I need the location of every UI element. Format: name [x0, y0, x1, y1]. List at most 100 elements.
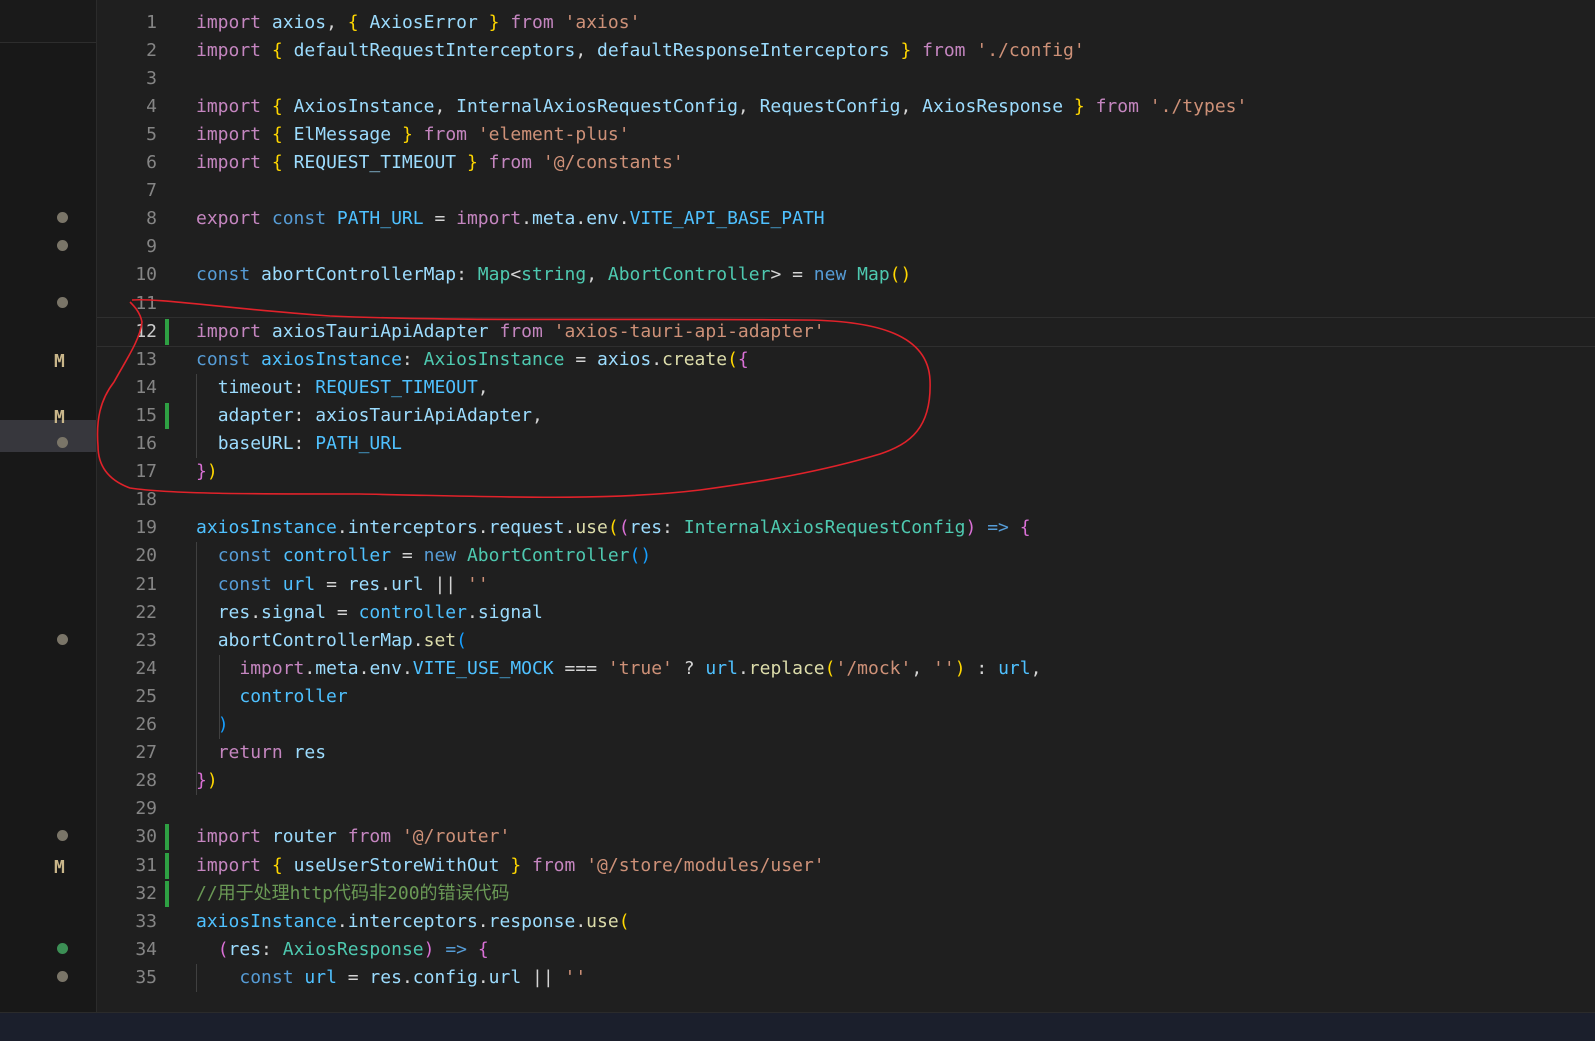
code-line[interactable]: import { REQUEST_TIMEOUT } from '@/const… [196, 149, 684, 177]
code-line[interactable]: const controller = new AbortController() [196, 542, 652, 570]
code-token: axios [271, 11, 327, 33]
code-token: useUserStoreWithOut [293, 854, 500, 876]
code-line[interactable]: const url = res.config.url || '' [196, 964, 586, 992]
code-token: ( [456, 629, 467, 651]
status-dot-icon [57, 240, 68, 252]
code-token: === [553, 657, 608, 679]
code-line[interactable]: import axios, { AxiosError } from 'axios… [196, 9, 640, 37]
code-token: { [271, 123, 283, 145]
code-token: from [1095, 95, 1139, 117]
line-number: 18 [135, 489, 157, 511]
code-line[interactable]: axiosInstance.interceptors.response.use( [196, 908, 630, 936]
code-token: './config' [976, 39, 1085, 61]
code-editor[interactable]: 1 2 3 4 5 6 7 8 9 10 11 12 13 14 15 16 17 18 19 20 21 22 23 24 2… [97, 0, 1595, 1012]
code-token: import [456, 208, 522, 230]
code-line[interactable]: const abortControllerMap: Map<string, Ab… [196, 261, 911, 289]
code-token: ? [672, 657, 706, 679]
code-token: , [911, 657, 934, 679]
code-token: , [1030, 657, 1042, 679]
code-token: , [434, 95, 457, 117]
code-line[interactable]: import { defaultRequestInterceptors, def… [196, 37, 1085, 65]
code-line[interactable]: baseURL: PATH_URL [196, 430, 402, 458]
code-token: '' [933, 657, 955, 679]
line-number: 35 [135, 966, 157, 988]
code-token: < [510, 264, 522, 286]
code-line[interactable]: }) [196, 767, 218, 795]
code-token: url [282, 573, 316, 595]
modified-line-indicator [165, 318, 169, 345]
modified-line-indicator [165, 852, 169, 879]
code-token: signal [261, 601, 327, 623]
code-token: . [380, 573, 392, 595]
modified-line-indicator [165, 402, 169, 429]
code-token: AbortController [466, 545, 630, 567]
code-line[interactable]: import { ElMessage } from 'element-plus' [196, 121, 630, 149]
selected-file-row[interactable] [0, 420, 96, 452]
code-token: defaultRequestInterceptors [293, 39, 576, 61]
status-dot-icon [57, 437, 68, 448]
line-number: 8 [146, 208, 157, 230]
code-token: baseURL [217, 433, 294, 454]
code-token: InternalAxiosRequestConfig [683, 517, 966, 539]
line-number: 1 [146, 11, 157, 33]
code-token: REQUEST_TIMEOUT [315, 376, 478, 398]
code-token: . [336, 910, 348, 932]
code-line[interactable]: axiosInstance.interceptors.request.use((… [196, 514, 1031, 542]
code-line[interactable]: const url = res.url || '' [196, 571, 489, 599]
line-number: 33 [135, 910, 157, 932]
code-line[interactable]: timeout: REQUEST_TIMEOUT, [196, 374, 489, 402]
code-line[interactable]: controller [196, 683, 347, 711]
code-line[interactable]: import router from '@/router' [196, 823, 510, 851]
code-token: ) [423, 938, 435, 960]
code-line[interactable]: import { AxiosInstance, InternalAxiosReq… [196, 93, 1247, 121]
code-token: use [575, 517, 608, 539]
code-line[interactable]: return res [196, 739, 326, 767]
line-number: 13 [135, 348, 157, 370]
code-line[interactable]: res.signal = controller.signal [196, 599, 543, 627]
code-token: url [391, 573, 424, 595]
code-line[interactable]: adapter: axiosTauriApiAdapter, [196, 402, 543, 430]
code-token: } [401, 123, 413, 145]
code-token: config [412, 966, 478, 988]
status-dot-icon [57, 633, 68, 645]
line-number: 16 [135, 433, 157, 454]
code-line[interactable]: }) [196, 458, 218, 486]
code-token: ( [727, 348, 738, 370]
code-token: url [998, 657, 1031, 679]
code-line[interactable]: import { useUserStoreWithOut } from '@/s… [196, 852, 825, 880]
line-number: 21 [135, 573, 157, 595]
code-line[interactable]: import.meta.env.VITE_USE_MOCK === 'true'… [196, 655, 1041, 683]
code-token: from [532, 854, 576, 876]
line-number: 26 [135, 714, 157, 735]
code-line[interactable]: //用于处理http代码非200的错误代码 [196, 880, 510, 908]
line-number: 3 [146, 67, 157, 89]
line-number: 6 [146, 152, 157, 173]
code-line[interactable]: (res: AxiosResponse) => { [196, 936, 489, 964]
code-line[interactable]: abortControllerMap.set( [196, 627, 467, 655]
code-line[interactable]: import axiosTauriApiAdapter from 'axios-… [196, 318, 825, 346]
code-token: import [196, 152, 262, 173]
code-line[interactable]: ) [196, 711, 229, 739]
code-line[interactable]: const axiosInstance: AxiosInstance = axi… [196, 346, 749, 374]
code-token: ( [618, 517, 630, 539]
code-token: res [228, 938, 262, 960]
code-token: new [813, 264, 847, 286]
line-number: 29 [135, 798, 157, 820]
code-token: = [564, 348, 598, 370]
code-token: axios [597, 348, 652, 370]
code-line[interactable]: export const PATH_URL = import.meta.env.… [196, 205, 825, 233]
code-token: : [261, 938, 283, 960]
code-token: timeout [217, 376, 294, 398]
